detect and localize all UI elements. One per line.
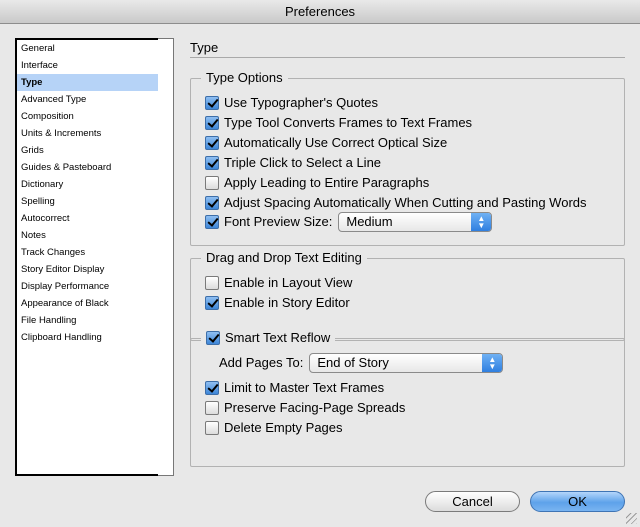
sidebar-item-general[interactable]: General (17, 40, 158, 57)
option-label: Delete Empty Pages (224, 420, 343, 435)
smart-text-reflow-legend: Smart Text Reflow (225, 330, 331, 345)
font-preview-size-value: Medium (346, 214, 393, 229)
checkbox-unchecked-icon[interactable] (205, 176, 219, 190)
option-apply-leading[interactable]: Apply Leading to Entire Paragraphs (205, 174, 429, 192)
option-limit-master-frames[interactable]: Limit to Master Text Frames (205, 379, 384, 397)
checkbox-checked-icon[interactable] (205, 156, 219, 170)
sidebar-item-guides-pasteboard[interactable]: Guides & Pasteboard (17, 159, 158, 176)
option-label: Adjust Spacing Automatically When Cuttin… (224, 195, 587, 210)
add-pages-value: End of Story (317, 355, 389, 370)
panel-divider (190, 57, 625, 58)
sidebar-item-advanced-type[interactable]: Advanced Type (17, 91, 158, 108)
option-adjust-spacing[interactable]: Adjust Spacing Automatically When Cuttin… (205, 194, 587, 212)
type-options-group: Type Options Use Typographer's Quotes Ty… (190, 70, 625, 246)
sidebar-item-file-handling[interactable]: File Handling (17, 312, 158, 329)
cancel-button[interactable]: Cancel (425, 491, 520, 512)
option-label: Type Tool Converts Frames to Text Frames (224, 115, 473, 130)
option-label: Limit to Master Text Frames (224, 380, 385, 395)
option-label: Apply Leading to Entire Paragraphs (224, 175, 430, 190)
add-pages-select[interactable]: End of Story ▲ ▼ (309, 353, 504, 373)
sidebar-item-spelling[interactable]: Spelling (17, 193, 158, 210)
option-optical-size[interactable]: Automatically Use Correct Optical Size (205, 134, 447, 152)
checkbox-unchecked-icon[interactable] (205, 276, 219, 290)
sidebar-item-grids[interactable]: Grids (17, 142, 158, 159)
checkbox-checked-icon[interactable] (205, 196, 219, 210)
smart-text-reflow-group: Smart Text Reflow Add Pages To: End of S… (190, 330, 625, 467)
category-list-scrollbar[interactable] (158, 38, 174, 476)
sidebar-item-appearance-of-black[interactable]: Appearance of Black (17, 295, 158, 312)
sidebar-item-clipboard-handling[interactable]: Clipboard Handling (17, 329, 158, 346)
sidebar-item-dictionary[interactable]: Dictionary (17, 176, 158, 193)
checkbox-checked-icon[interactable] (206, 331, 220, 345)
checkbox-checked-icon[interactable] (205, 116, 219, 130)
sidebar-item-display-performance[interactable]: Display Performance (17, 278, 158, 295)
option-triple-click[interactable]: Triple Click to Select a Line (205, 154, 381, 172)
sidebar-item-autocorrect[interactable]: Autocorrect (17, 210, 158, 227)
panel-title: Type (190, 40, 219, 55)
drag-drop-group: Drag and Drop Text Editing Enable in Lay… (190, 250, 625, 341)
option-enable-layout-view[interactable]: Enable in Layout View (205, 274, 352, 292)
option-enable-story-editor[interactable]: Enable in Story Editor (205, 294, 350, 312)
up-down-arrows-icon: ▲ ▼ (471, 213, 492, 231)
type-options-legend: Type Options (201, 70, 288, 86)
up-down-arrows-icon: ▲ ▼ (482, 354, 503, 372)
option-label: Triple Click to Select a Line (224, 155, 382, 170)
font-preview-size-select[interactable]: Medium ▲ ▼ (338, 212, 493, 232)
add-pages-label: Add Pages To: (219, 355, 304, 370)
sidebar-item-track-changes[interactable]: Track Changes (17, 244, 158, 261)
sidebar-item-notes[interactable]: Notes (17, 227, 158, 244)
option-preserve-facing-spreads[interactable]: Preserve Facing-Page Spreads (205, 399, 405, 417)
sidebar-item-units-increments[interactable]: Units & Increments (17, 125, 158, 142)
sidebar-item-interface[interactable]: Interface (17, 57, 158, 74)
checkbox-checked-icon[interactable] (205, 296, 219, 310)
sidebar-item-story-editor-display[interactable]: Story Editor Display (17, 261, 158, 278)
option-label: Automatically Use Correct Optical Size (224, 135, 448, 150)
drag-drop-legend: Drag and Drop Text Editing (201, 250, 367, 266)
checkbox-checked-icon[interactable] (205, 136, 219, 150)
checkbox-unchecked-icon[interactable] (205, 401, 219, 415)
sidebar-item-composition[interactable]: Composition (17, 108, 158, 125)
checkbox-unchecked-icon[interactable] (205, 421, 219, 435)
option-typographers-quotes[interactable]: Use Typographer's Quotes (205, 94, 378, 112)
window-title: Preferences (284, 4, 356, 19)
category-list[interactable]: General Interface Type Advanced Type Com… (15, 38, 160, 476)
sidebar-item-type[interactable]: Type (17, 74, 158, 91)
window-body: General Interface Type Advanced Type Com… (0, 24, 640, 527)
ok-button[interactable]: OK (530, 491, 625, 512)
checkbox-checked-icon[interactable] (205, 96, 219, 110)
font-preview-label: Font Preview Size: (224, 214, 333, 229)
window-titlebar[interactable]: Preferences (0, 0, 640, 24)
option-font-preview-size[interactable]: Font Preview Size: Medium ▲ ▼ (205, 212, 493, 232)
option-type-tool-converts-frames[interactable]: Type Tool Converts Frames to Text Frames (205, 114, 472, 132)
option-delete-empty-pages[interactable]: Delete Empty Pages (205, 419, 343, 437)
option-label: Enable in Story Editor (224, 295, 350, 310)
option-label: Enable in Layout View (224, 275, 353, 290)
resize-grip-icon[interactable] (626, 513, 637, 524)
option-label: Preserve Facing-Page Spreads (224, 400, 406, 415)
add-pages-row: Add Pages To: End of Story ▲ ▼ (219, 353, 504, 373)
checkbox-checked-icon[interactable] (205, 381, 219, 395)
checkbox-checked-icon[interactable] (205, 215, 219, 229)
option-label: Use Typographer's Quotes (224, 95, 378, 110)
smart-text-reflow-toggle[interactable]: Smart Text Reflow (201, 330, 336, 346)
